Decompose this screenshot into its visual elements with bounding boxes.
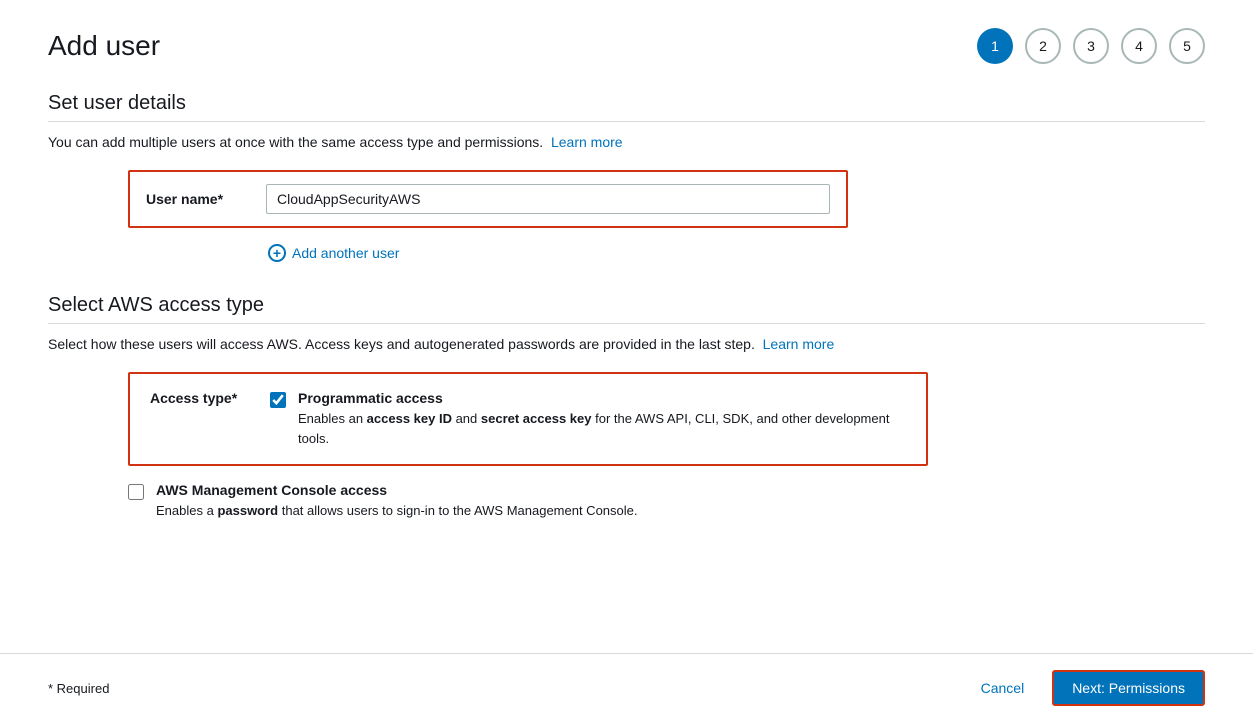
page-title: Add user xyxy=(48,30,160,62)
step-4: 4 xyxy=(1121,28,1157,64)
cancel-button[interactable]: Cancel xyxy=(969,674,1037,702)
step-3: 3 xyxy=(1073,28,1109,64)
username-input[interactable] xyxy=(266,184,830,214)
step-1: 1 xyxy=(977,28,1013,64)
access-type-label: Access type* xyxy=(150,390,270,406)
step-5: 5 xyxy=(1169,28,1205,64)
programmatic-access-option: Programmatic access Enables an access ke… xyxy=(270,390,906,448)
access-type-title: Select AWS access type xyxy=(48,294,1205,317)
console-access-checkbox[interactable] xyxy=(128,484,144,500)
add-another-user-button[interactable]: + Add another user xyxy=(268,244,1205,262)
programmatic-access-desc: Enables an access key ID and secret acce… xyxy=(298,409,906,448)
plus-circle-icon: + xyxy=(268,244,286,262)
next-permissions-button[interactable]: Next: Permissions xyxy=(1052,670,1205,706)
learn-more-link-2[interactable]: Learn more xyxy=(763,336,835,352)
section-divider-1 xyxy=(48,121,1205,122)
console-access-desc: Enables a password that allows users to … xyxy=(156,501,638,521)
console-access-option: AWS Management Console access Enables a … xyxy=(128,482,928,521)
console-access-text: AWS Management Console access Enables a … xyxy=(156,482,638,521)
console-access-title: AWS Management Console access xyxy=(156,482,638,498)
learn-more-link-1[interactable]: Learn more xyxy=(551,134,623,150)
username-label: User name* xyxy=(146,191,266,207)
access-type-label-row: Access type* Programmatic access Enables… xyxy=(150,390,906,448)
step-indicators: 1 2 3 4 5 xyxy=(977,28,1205,64)
required-note: * Required xyxy=(48,681,109,696)
programmatic-access-text: Programmatic access Enables an access ke… xyxy=(298,390,906,448)
step-2: 2 xyxy=(1025,28,1061,64)
footer-actions: Cancel Next: Permissions xyxy=(969,670,1205,706)
access-type-description: Select how these users will access AWS. … xyxy=(48,336,1205,352)
programmatic-access-checkbox[interactable] xyxy=(270,392,286,408)
programmatic-access-box: Access type* Programmatic access Enables… xyxy=(128,372,928,466)
access-type-section: Select AWS access type Select how these … xyxy=(48,294,1205,521)
user-details-description: You can add multiple users at once with … xyxy=(48,134,1205,150)
username-field-container: User name* xyxy=(128,170,848,228)
footer: * Required Cancel Next: Permissions xyxy=(0,653,1253,722)
section-divider-2 xyxy=(48,323,1205,324)
header-row: Add user 1 2 3 4 5 xyxy=(48,28,1205,64)
user-details-section: Set user details You can add multiple us… xyxy=(48,92,1205,262)
programmatic-access-title: Programmatic access xyxy=(298,390,906,406)
user-details-title: Set user details xyxy=(48,92,1205,115)
